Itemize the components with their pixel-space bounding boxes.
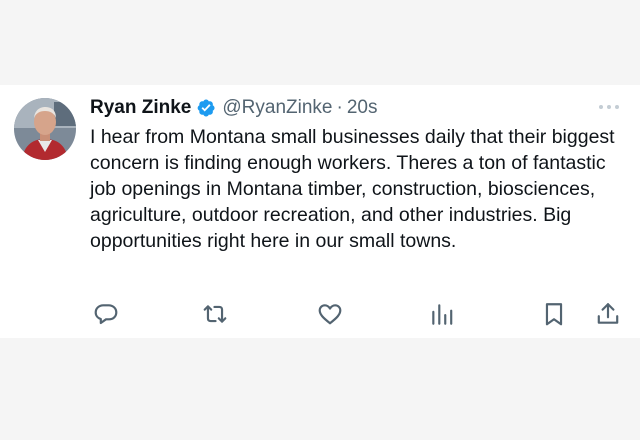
- more-options-icon[interactable]: [596, 97, 622, 117]
- share-button[interactable]: [594, 300, 622, 328]
- author-display-name[interactable]: Ryan Zinke: [90, 97, 191, 119]
- retweet-button[interactable]: [201, 300, 229, 328]
- header-separator: ·: [336, 97, 343, 118]
- tweet-header: Ryan Zinke @RyanZinke · 20s: [90, 95, 377, 121]
- like-button[interactable]: [316, 300, 344, 328]
- tweet-card[interactable]: Ryan Zinke @RyanZinke · 20s I hear from …: [0, 85, 640, 338]
- retweet-icon: [201, 301, 229, 327]
- verified-badge-icon: [196, 98, 216, 118]
- tweet-action-bar: [90, 300, 630, 328]
- views-icon: [429, 301, 455, 327]
- views-button[interactable]: [428, 300, 456, 328]
- share-icon: [595, 301, 621, 327]
- bookmark-icon: [541, 301, 567, 327]
- bookmark-button[interactable]: [540, 300, 568, 328]
- tweet-text: I hear from Montana small businesses dai…: [90, 126, 615, 252]
- avatar-image: [14, 98, 76, 160]
- reply-button[interactable]: [92, 300, 120, 328]
- author-handle[interactable]: @RyanZinke: [222, 97, 332, 119]
- avatar[interactable]: [14, 98, 76, 160]
- tweet-timestamp[interactable]: 20s: [347, 97, 378, 119]
- reply-icon: [93, 301, 119, 327]
- like-icon: [317, 301, 343, 327]
